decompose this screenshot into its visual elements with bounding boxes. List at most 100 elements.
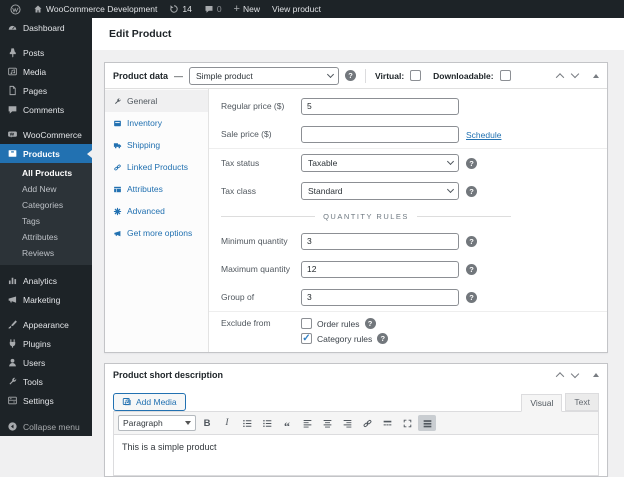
toolbar-toggle-button[interactable] <box>418 415 436 431</box>
help-icon[interactable]: ? <box>377 333 388 344</box>
product-type-select[interactable]: Simple product <box>189 67 339 85</box>
help-icon[interactable]: ? <box>466 264 477 275</box>
tab-text[interactable]: Text <box>565 393 599 411</box>
sidebar-item-tools[interactable]: Tools <box>0 372 92 391</box>
regular-price-input[interactable] <box>301 98 459 115</box>
products-icon <box>7 148 18 159</box>
sidebar-item-marketing[interactable]: Marketing <box>0 290 92 309</box>
virtual-checkbox[interactable] <box>410 70 421 81</box>
help-icon[interactable]: ? <box>466 186 477 197</box>
woocommerce-icon <box>7 129 18 140</box>
add-media-button[interactable]: Add Media <box>113 393 186 411</box>
tab-inventory[interactable]: Inventory <box>105 112 208 134</box>
tab-shipping[interactable]: Shipping <box>105 134 208 156</box>
tab-linked-products[interactable]: Linked Products <box>105 156 208 178</box>
help-icon[interactable]: ? <box>466 236 477 247</box>
numbered-list-button[interactable] <box>258 415 276 431</box>
help-icon[interactable]: ? <box>345 70 356 81</box>
check-icon: ✓ <box>302 334 310 343</box>
divider <box>365 69 366 83</box>
sidebar-item-appearance[interactable]: Appearance <box>0 315 92 334</box>
tab-general[interactable]: General <box>105 90 208 112</box>
category-rules-checkbox[interactable]: ✓ <box>301 333 312 344</box>
help-icon[interactable]: ? <box>466 158 477 169</box>
collapse-menu-button[interactable]: Collapse menu <box>0 417 92 436</box>
sidebar-item-pages[interactable]: Pages <box>0 81 92 100</box>
sidebar-item-comments[interactable]: Comments <box>0 100 92 119</box>
tax-class-select[interactable]: Standard <box>301 182 459 200</box>
move-up-icon[interactable] <box>556 73 564 81</box>
insert-link-button[interactable] <box>358 415 376 431</box>
product-data-header: Product data — Simple product ? Virtual:… <box>105 63 607 89</box>
regular-price-row: Regular price ($) <box>209 92 607 120</box>
group-of-input[interactable] <box>301 289 459 306</box>
sale-price-label: Sale price ($) <box>221 129 301 139</box>
align-left-icon <box>302 418 313 429</box>
align-center-button[interactable] <box>318 415 336 431</box>
megaphone-icon <box>113 229 122 238</box>
submenu-reviews[interactable]: Reviews <box>0 245 92 261</box>
align-right-button[interactable] <box>338 415 356 431</box>
max-quantity-input[interactable] <box>301 261 459 278</box>
align-right-icon <box>342 418 353 429</box>
product-data-title: Product data <box>113 71 168 81</box>
fullscreen-icon <box>402 418 413 429</box>
tax-status-select[interactable]: Taxable <box>301 154 459 172</box>
toggle-panel-icon[interactable] <box>593 373 599 377</box>
sidebar-item-users[interactable]: Users <box>0 353 92 372</box>
min-quantity-input[interactable] <box>301 233 459 250</box>
bullet-list-button[interactable] <box>238 415 256 431</box>
tab-advanced[interactable]: Advanced <box>105 200 208 222</box>
sidebar-item-plugins[interactable]: Plugins <box>0 334 92 353</box>
tab-attributes[interactable]: Attributes <box>105 178 208 200</box>
downloadable-checkbox[interactable] <box>500 70 511 81</box>
truck-icon <box>113 141 122 150</box>
settings-icon <box>7 395 18 406</box>
submenu-add-new[interactable]: Add New <box>0 181 92 197</box>
sidebar-item-products[interactable]: Products <box>0 144 92 163</box>
product-data-panel: Product data — Simple product ? Virtual:… <box>104 62 608 353</box>
move-down-icon[interactable] <box>571 369 579 377</box>
view-product-link[interactable]: View product <box>268 0 325 18</box>
tab-visual[interactable]: Visual <box>521 394 562 412</box>
site-menu[interactable]: WooCommerce Development <box>29 0 161 18</box>
blockquote-button[interactable]: “ <box>278 415 296 431</box>
wordpress-logo-icon[interactable] <box>6 0 25 18</box>
paragraph-format-select[interactable]: Paragraph <box>118 415 196 431</box>
short-description-panel: Product short description Add Media Visu… <box>104 363 608 477</box>
align-left-button[interactable] <box>298 415 316 431</box>
toggle-panel-icon[interactable] <box>593 74 599 78</box>
sidebar-item-analytics[interactable]: Analytics <box>0 271 92 290</box>
move-up-icon[interactable] <box>556 372 564 380</box>
toolbar-toggle-icon <box>422 418 433 429</box>
sidebar-item-dashboard[interactable]: Dashboard <box>0 18 92 37</box>
italic-button[interactable]: I <box>218 415 236 431</box>
bold-button[interactable]: B <box>198 415 216 431</box>
new-menu[interactable]: + New <box>230 0 264 18</box>
help-icon[interactable]: ? <box>466 292 477 303</box>
sidebar-item-posts[interactable]: Posts <box>0 43 92 62</box>
page-header: Edit Product <box>92 18 624 50</box>
submenu-tags[interactable]: Tags <box>0 213 92 229</box>
help-icon[interactable]: ? <box>365 318 376 329</box>
editor-content[interactable]: This is a simple product <box>114 435 598 475</box>
sidebar-item-woocommerce[interactable]: WooCommerce <box>0 125 92 144</box>
plus-icon: + <box>234 4 240 14</box>
sidebar-item-media[interactable]: Media <box>0 62 92 81</box>
sale-price-input[interactable] <box>301 126 459 143</box>
home-icon <box>33 4 43 14</box>
updates-menu[interactable]: 14 <box>165 0 195 18</box>
fullscreen-button[interactable] <box>398 415 416 431</box>
read-more-button[interactable] <box>378 415 396 431</box>
schedule-link[interactable]: Schedule <box>466 130 501 140</box>
tax-status-row: Tax status Taxable ? <box>209 149 607 177</box>
tab-get-more-options[interactable]: Get more options <box>105 222 208 244</box>
sidebar-item-settings[interactable]: Settings <box>0 391 92 410</box>
move-down-icon[interactable] <box>571 70 579 78</box>
submenu-categories[interactable]: Categories <box>0 197 92 213</box>
comments-menu[interactable]: 0 <box>200 0 226 18</box>
order-rules-checkbox[interactable] <box>301 318 312 329</box>
submenu-attributes[interactable]: Attributes <box>0 229 92 245</box>
submenu-all-products[interactable]: All Products <box>0 165 92 181</box>
sale-price-row: Sale price ($) Schedule <box>209 120 607 148</box>
